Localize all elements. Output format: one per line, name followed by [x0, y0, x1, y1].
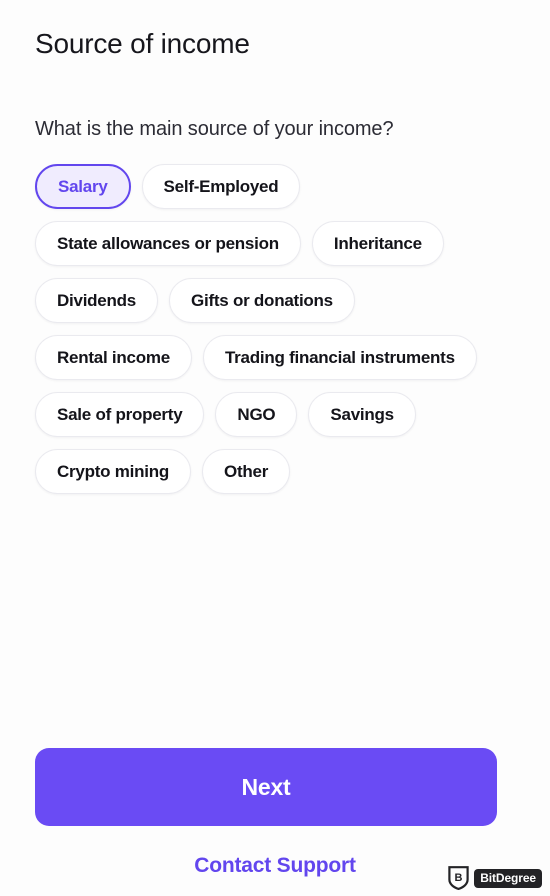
income-source-options: Salary Self-Employed State allowances or p…: [35, 164, 517, 494]
shield-b-icon: B: [448, 866, 469, 890]
income-source-chip[interactable]: NGO: [215, 392, 298, 437]
income-source-chip[interactable]: Gifts or donations: [169, 278, 355, 323]
bitdegree-wordmark: BitDegree: [474, 868, 542, 888]
income-source-chip[interactable]: Crypto mining: [35, 449, 191, 494]
layout-spacer: [35, 494, 515, 748]
income-source-chip[interactable]: State allowances or pension: [35, 221, 301, 266]
income-source-chip[interactable]: Rental income: [35, 335, 192, 380]
income-source-chip[interactable]: Salary: [35, 164, 131, 209]
bitdegree-watermark: B BitDegree: [448, 866, 542, 890]
income-source-chip[interactable]: Dividends: [35, 278, 158, 323]
income-source-chip[interactable]: Sale of property: [35, 392, 205, 437]
contact-support-link[interactable]: Contact Support: [35, 854, 515, 878]
next-button[interactable]: Next: [35, 748, 497, 826]
income-source-chip[interactable]: Trading financial instruments: [202, 335, 477, 380]
page-title: Source of income: [35, 28, 250, 59]
income-source-chip[interactable]: Self-Employed: [141, 164, 301, 209]
income-source-chip[interactable]: Inheritance: [311, 221, 444, 266]
svg-text:B: B: [455, 872, 463, 884]
question-label: What is the main source of your income?: [35, 118, 394, 140]
source-of-income-screen: Source of income What is the main source…: [0, 0, 550, 896]
income-source-chip[interactable]: Other: [201, 449, 291, 494]
income-source-chip[interactable]: Savings: [308, 392, 416, 437]
